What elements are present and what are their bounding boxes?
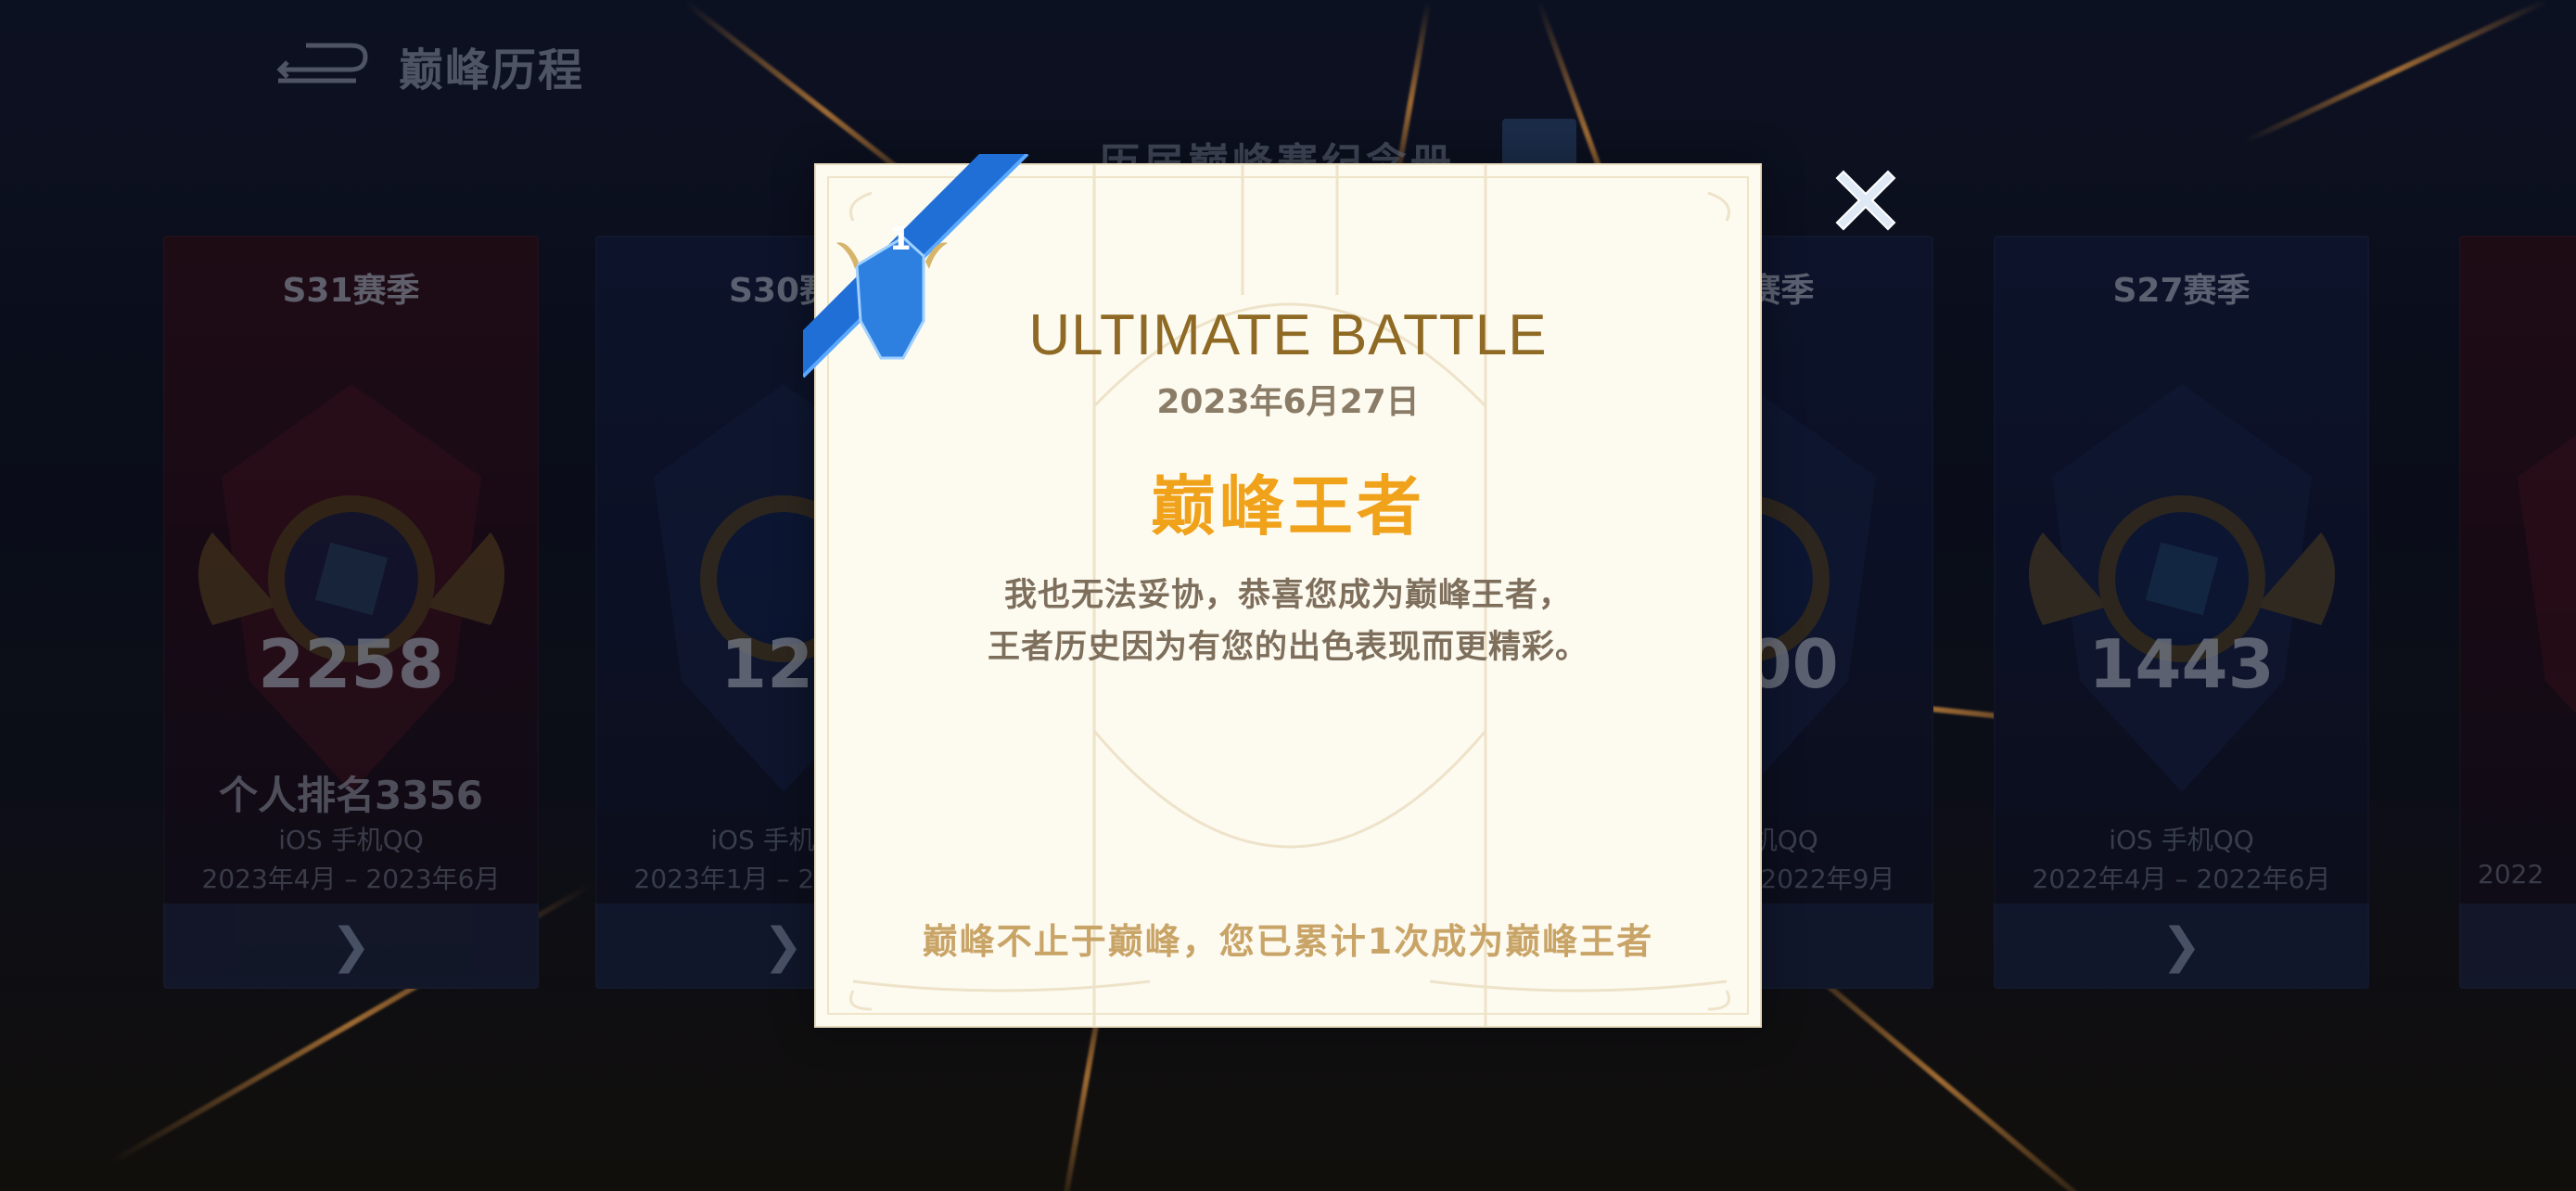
congratulation-message: 我也无法妥协，恭喜您成为巅峰王者， 王者历史因为有您的出色表现而更精彩。 <box>816 570 1760 673</box>
badge-number: 1 <box>889 221 912 258</box>
achievement-count: 巅峰不止于巅峰，您已累计1次成为巅峰王者 <box>922 921 1654 962</box>
message-line: 王者历史因为有您的出色表现而更精彩。 <box>987 629 1588 666</box>
rank-title: 巅峰王者 <box>1151 468 1425 544</box>
close-icon[interactable] <box>1829 163 1903 237</box>
rank-ribbon-icon <box>803 154 1029 378</box>
message-line: 我也无法妥协，恭喜您成为巅峰王者， <box>1003 577 1572 614</box>
game-scene: 巅峰历程 历届巅峰赛纪念册 S31赛季 2258 个人排名3356 iOS 手机… <box>0 0 2576 1191</box>
